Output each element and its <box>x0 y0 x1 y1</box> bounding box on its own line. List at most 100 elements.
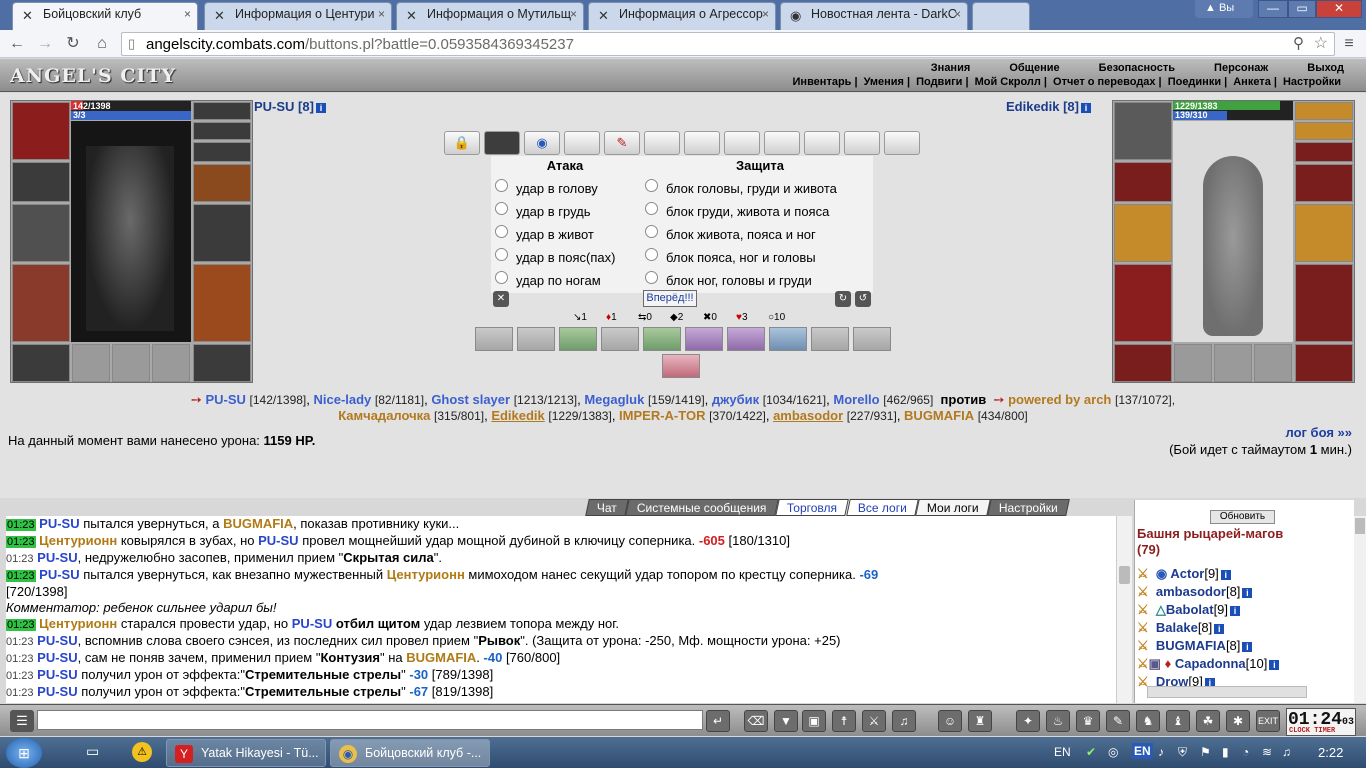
attack-belly-radio[interactable] <box>495 225 508 238</box>
team1-member[interactable]: джубик <box>712 392 759 407</box>
chat-player-name[interactable]: PU-SU <box>37 667 77 682</box>
submenu-inventory[interactable]: Инвентарь <box>793 76 852 88</box>
language-indicator[interactable]: EN <box>1054 745 1071 759</box>
team1-member[interactable]: Nice-lady <box>313 392 371 407</box>
room-hscrollbar[interactable] <box>1147 686 1307 698</box>
room-user[interactable]: ⚔ ◉ Actor[9] i <box>1137 566 1231 582</box>
clan-icon[interactable]: ♛ <box>1076 710 1100 732</box>
room-scroll-thumb[interactable] <box>1355 518 1365 534</box>
menu-exit[interactable]: Выход <box>1307 62 1344 74</box>
scroll-tool[interactable]: ✎ <box>604 131 640 155</box>
gloves-slot[interactable] <box>1295 164 1353 202</box>
maximize-button[interactable]: ▭ <box>1288 0 1316 18</box>
team2-member[interactable]: Edikedik <box>491 408 544 423</box>
block-4-radio[interactable] <box>645 248 658 261</box>
minimize-button[interactable]: — <box>1258 0 1288 18</box>
attack-legs-radio[interactable] <box>495 271 508 284</box>
gloves-slot[interactable] <box>193 164 251 202</box>
antivirus-icon[interactable]: ◎ <box>1108 745 1118 759</box>
info-icon[interactable]: i <box>1242 587 1253 598</box>
player-name[interactable]: PU-SU [8] i <box>254 99 326 114</box>
tab-trade[interactable]: Торговля <box>775 499 850 516</box>
keyboard-layout[interactable]: EN <box>1132 743 1153 759</box>
start-button[interactable]: ⊞ <box>6 738 42 768</box>
empty-tool[interactable] <box>684 131 720 155</box>
amulet-slot[interactable] <box>193 122 251 140</box>
close-tab-icon[interactable]: × <box>184 7 191 21</box>
block-5-radio[interactable] <box>645 271 658 284</box>
weapon-slot[interactable] <box>1114 204 1172 262</box>
bag-icon[interactable]: ♝ <box>1166 710 1190 732</box>
system-time[interactable]: 2:22 <box>1318 745 1343 760</box>
tab-chat[interactable]: Чат <box>585 499 629 516</box>
submenu-skills[interactable]: Умения <box>864 76 904 88</box>
speaker-icon[interactable]: ♫ <box>1282 745 1291 759</box>
menu-knowledge[interactable]: Знания <box>931 62 970 74</box>
rings-slot[interactable] <box>1295 142 1353 162</box>
skill-6[interactable] <box>685 327 723 351</box>
weapons-icon[interactable]: ⚔ <box>862 710 886 732</box>
sword-icon[interactable]: ✎ <box>1106 710 1130 732</box>
block-3-label[interactable]: блок живота, пояса и ног <box>666 227 816 242</box>
smile-icon[interactable]: ☺ <box>938 710 962 732</box>
home-icon[interactable]: ⌂ <box>91 33 113 55</box>
menu-icon[interactable]: ≡ <box>1338 33 1360 55</box>
rune-slot-3[interactable] <box>152 344 190 382</box>
quest-icon[interactable]: ✦ <box>1016 710 1040 732</box>
empty-tool[interactable] <box>644 131 680 155</box>
chat-player-name[interactable]: BUGMAFIA <box>223 516 293 531</box>
close-tab-icon[interactable]: × <box>570 7 577 21</box>
chat-scroll-thumb[interactable] <box>1119 566 1130 584</box>
friends-icon[interactable]: ☘ <box>1196 710 1220 732</box>
address-bar[interactable]: ▯ angelscity.combats.com/buttons.pl?batt… <box>121 32 1335 56</box>
skill-5[interactable] <box>643 327 681 351</box>
room-user[interactable]: ⚔▣ ♦ Capadonna[10] i <box>1137 656 1280 672</box>
browser-tab-3[interactable]: ✕ Информация о Мутильщ × <box>396 2 584 30</box>
chat-player-name[interactable]: PU-SU <box>39 516 79 531</box>
team1-member[interactable]: Ghost slayer <box>431 392 510 407</box>
block-2-radio[interactable] <box>645 202 658 215</box>
taskbar-item-youtube[interactable]: Y Yatak Hikayesi - Tü... <box>166 739 326 767</box>
block-2-label[interactable]: блок груди, живота и пояса <box>666 204 829 219</box>
team2-member[interactable]: ambasodor <box>773 408 843 423</box>
info-icon[interactable]: i <box>1242 641 1253 652</box>
attack-legs-label[interactable]: удар по ногам <box>516 273 601 288</box>
rune-slot-1[interactable] <box>72 344 110 382</box>
forward-button[interactable]: Вперёд!!! <box>643 290 697 307</box>
skill-8[interactable] <box>769 327 807 351</box>
tab-system-messages[interactable]: Системные сообщения <box>625 499 779 516</box>
bracers-slot[interactable] <box>1114 162 1172 202</box>
empty-tool[interactable] <box>884 131 920 155</box>
earrings-slot[interactable] <box>193 102 251 120</box>
refresh-icon[interactable]: ↻ <box>835 291 851 307</box>
reload-icon[interactable]: ↻ <box>62 33 84 55</box>
filter-icon[interactable]: ▼ <box>774 710 798 732</box>
skill-11[interactable] <box>662 354 700 378</box>
room-user[interactable]: ⚔ ambasodor[8] i <box>1137 584 1253 600</box>
boots-slot[interactable] <box>193 344 251 382</box>
team1-member[interactable]: Morello <box>833 392 879 407</box>
empty-tool[interactable] <box>764 131 800 155</box>
shield-icon[interactable]: ⛨ <box>1178 745 1187 760</box>
skill-3[interactable] <box>559 327 597 351</box>
menu-character[interactable]: Персонаж <box>1214 62 1268 74</box>
chat-input[interactable] <box>37 710 703 730</box>
attack-belly-label[interactable]: удар в живот <box>516 227 594 242</box>
chat-player-name[interactable]: PU-SU <box>292 616 332 631</box>
empty-tool[interactable] <box>844 131 880 155</box>
skill-1[interactable] <box>475 327 513 351</box>
team2-member[interactable]: powered by arch <box>1008 392 1111 407</box>
browser-tab-4[interactable]: ✕ Информация о Агрессор × <box>588 2 776 30</box>
chat-player-name[interactable]: PU-SU <box>39 567 79 582</box>
chat-player-name[interactable]: Центурионн <box>39 616 117 631</box>
taskbar-item-chrome[interactable]: ◉ Бойцовский клуб -... <box>330 739 490 767</box>
armor-slot[interactable] <box>12 264 70 342</box>
bracers-slot[interactable] <box>12 162 70 202</box>
team1-member[interactable]: Megagluk <box>584 392 644 407</box>
submenu-battles[interactable]: Поединки <box>1168 76 1221 88</box>
belt-slot[interactable] <box>1114 344 1172 382</box>
close-window-button[interactable]: ✕ <box>1316 0 1362 18</box>
room-user[interactable]: ⚔ △Babolat[9] i <box>1137 602 1241 618</box>
block-1-label[interactable]: блок головы, груди и живота <box>666 181 837 196</box>
attack-head-radio[interactable] <box>495 179 508 192</box>
